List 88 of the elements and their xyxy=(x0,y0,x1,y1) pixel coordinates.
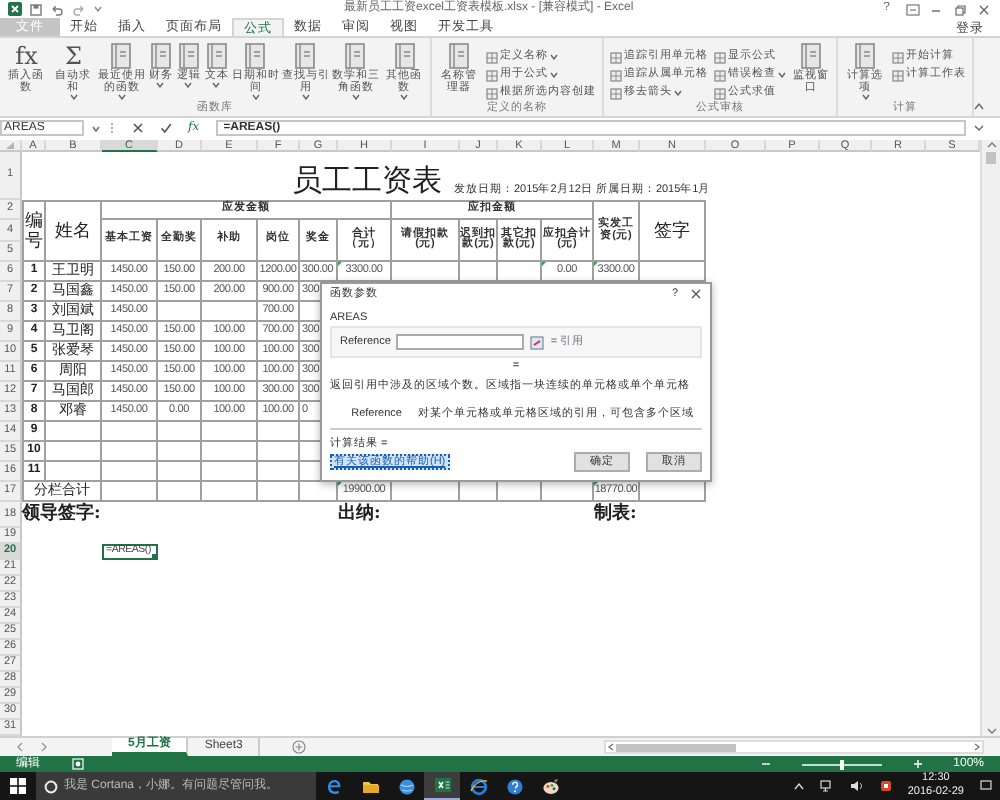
table-icon xyxy=(713,87,726,99)
function-icon: Σ xyxy=(64,42,82,70)
book-icon xyxy=(147,42,174,70)
function-icon: fx xyxy=(15,42,38,70)
table-icon xyxy=(609,87,622,99)
reference-field[interactable] xyxy=(396,334,525,351)
globe-icon[interactable] xyxy=(397,777,415,795)
vertical-scrollbar[interactable] xyxy=(980,140,1000,736)
book-icon xyxy=(391,42,418,70)
spreadsheet-icon[interactable] xyxy=(433,776,451,794)
tray-expand-icon[interactable] xyxy=(793,782,804,790)
caret-icon xyxy=(673,90,682,96)
browser-icon[interactable] xyxy=(325,777,343,795)
signature-label: 领导签字: xyxy=(22,502,103,528)
notification-icon[interactable] xyxy=(980,780,992,792)
save-icon[interactable] xyxy=(30,3,42,15)
table-icon xyxy=(892,51,904,63)
caret-icon xyxy=(400,94,409,101)
table-icon xyxy=(713,69,726,81)
caret-icon xyxy=(351,94,360,101)
table-icon xyxy=(485,51,498,63)
sheet-title: 员工工资表 xyxy=(292,166,442,196)
caret-icon xyxy=(301,94,310,101)
paint-palette-icon[interactable] xyxy=(541,777,559,795)
ribbon-display-icon[interactable] xyxy=(906,3,920,15)
collapse-ribbon-icon[interactable] xyxy=(974,102,984,110)
horizontal-scrollbar[interactable] xyxy=(604,740,984,754)
enter-icon[interactable] xyxy=(160,122,172,134)
table-icon xyxy=(485,87,498,99)
caret-icon xyxy=(861,94,870,101)
range-picker-icon[interactable] xyxy=(530,335,545,350)
book-icon xyxy=(342,42,369,70)
table-header: 编号 xyxy=(22,200,46,262)
caret-icon xyxy=(184,82,193,89)
new-sheet-icon[interactable] xyxy=(292,740,307,754)
table-icon xyxy=(892,69,904,81)
next-sheet-icon[interactable] xyxy=(40,742,48,752)
browser-icon[interactable] xyxy=(469,777,487,795)
expand-formula-icon[interactable] xyxy=(974,120,984,136)
excel-logo-icon xyxy=(8,2,22,16)
book-icon xyxy=(852,42,879,70)
cortana-icon xyxy=(44,779,58,793)
caret-icon xyxy=(212,82,221,89)
book-icon xyxy=(798,42,825,70)
cancel-icon[interactable] xyxy=(132,122,144,134)
scroll-up-icon[interactable] xyxy=(985,140,997,150)
zoom-out-icon[interactable] xyxy=(761,760,770,768)
table-header: 姓名 xyxy=(46,200,102,262)
scrollbar-thumb[interactable] xyxy=(986,152,996,164)
scroll-right-icon[interactable] xyxy=(972,742,982,752)
caret-icon xyxy=(156,82,165,89)
input-method-icon[interactable] xyxy=(879,780,892,792)
signature-label: 制表: xyxy=(594,502,639,528)
caret-icon xyxy=(549,54,558,60)
book-icon xyxy=(292,42,319,70)
caret-icon xyxy=(69,94,78,101)
table-icon xyxy=(485,69,498,81)
start-icon[interactable] xyxy=(10,778,26,794)
caret-icon[interactable] xyxy=(94,6,102,12)
close-icon[interactable] xyxy=(690,288,702,300)
scrollbar-thumb[interactable] xyxy=(616,743,736,751)
volume-icon[interactable] xyxy=(849,780,864,792)
macro-record-icon[interactable] xyxy=(72,758,84,770)
caret-icon xyxy=(117,94,126,101)
book-icon xyxy=(446,42,473,70)
book-icon xyxy=(242,42,269,70)
table-icon xyxy=(713,51,726,63)
caret-icon[interactable] xyxy=(92,125,100,131)
scroll-left-icon[interactable] xyxy=(606,742,616,752)
caret-icon xyxy=(549,72,558,78)
caret-icon xyxy=(777,72,786,78)
help-circle-icon[interactable] xyxy=(505,777,523,795)
network-icon[interactable] xyxy=(819,780,834,792)
signature-label: 出纳: xyxy=(338,502,383,528)
book-icon xyxy=(108,42,135,70)
book-icon xyxy=(203,42,230,70)
restore-icon[interactable] xyxy=(952,3,968,15)
caret-icon xyxy=(251,94,260,101)
table-icon xyxy=(609,51,622,63)
undo-icon[interactable] xyxy=(50,3,64,15)
zoom-in-icon[interactable] xyxy=(913,760,922,768)
folder-icon[interactable] xyxy=(361,777,379,795)
book-icon xyxy=(175,42,202,70)
close-icon[interactable] xyxy=(976,3,992,15)
scroll-down-icon[interactable] xyxy=(985,726,997,736)
previous-sheet-icon[interactable] xyxy=(16,742,24,752)
table-icon xyxy=(609,69,622,81)
table-header: 签字 xyxy=(640,200,706,262)
